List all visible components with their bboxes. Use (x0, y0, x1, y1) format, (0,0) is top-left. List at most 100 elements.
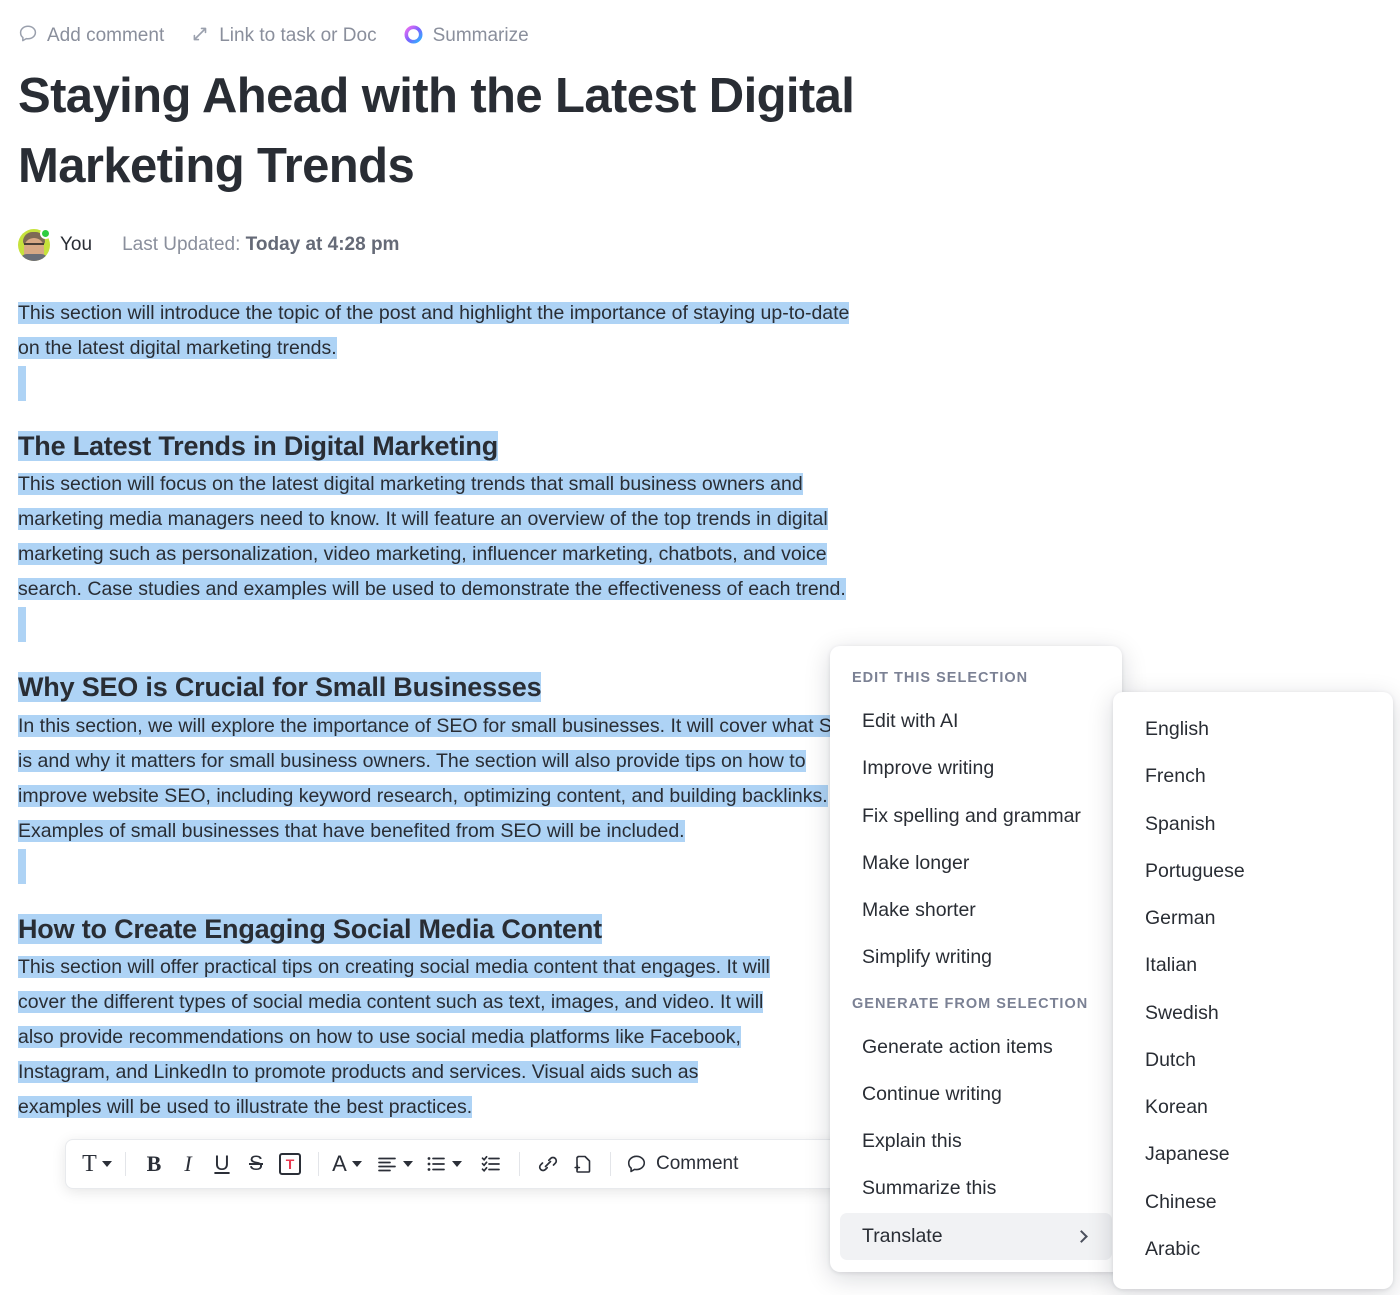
generate-selection-section-label: GENERATE FROM SELECTION (852, 995, 1089, 1012)
menu-item-continue-writing[interactable]: Continue writing (840, 1071, 1112, 1118)
language-item-chinese[interactable]: Chinese (1123, 1179, 1383, 1226)
section-heading-text: How to Create Engaging Social Media Cont… (18, 913, 602, 944)
language-item-italian[interactable]: Italian (1123, 942, 1383, 989)
last-updated: Last Updated: Today at 4:28 pm (122, 234, 399, 256)
language-label: Italian (1145, 954, 1198, 977)
menu-item-make-shorter[interactable]: Make shorter (840, 887, 1112, 934)
comment-bubble-icon (626, 1154, 647, 1175)
language-item-english[interactable]: English (1123, 706, 1383, 753)
strikethrough-button[interactable]: S (239, 1147, 273, 1181)
language-item-dutch[interactable]: Dutch (1123, 1037, 1383, 1084)
checklist-button[interactable] (474, 1147, 508, 1181)
menu-item-generate-action-items[interactable]: Generate action items (840, 1024, 1112, 1071)
translate-language-submenu: English French Spanish Portuguese German… (1113, 692, 1393, 1289)
add-comment-label: Add comment (47, 24, 165, 46)
formatting-toolbar: T B I U S T A Comment (65, 1139, 860, 1189)
block-section-trends[interactable]: The Latest Trends in Digital Marketing T… (18, 427, 1088, 643)
menu-item-improve-writing[interactable]: Improve writing (840, 745, 1112, 792)
block-intro-paragraph[interactable]: This section will introduce the topic of… (18, 296, 1088, 401)
italic-button[interactable]: I (171, 1147, 205, 1181)
language-label: French (1145, 765, 1206, 788)
page-plus-icon (570, 1152, 594, 1176)
chevron-down-icon (351, 1161, 362, 1167)
divider (125, 1152, 126, 1176)
section-heading-text: Why SEO is Crucial for Small Businesses (18, 672, 542, 703)
paragraph-line: is and why it matters for small business… (18, 749, 806, 772)
document-page: Add comment Link to task or Doc Summariz… (0, 0, 1400, 1295)
menu-item-make-longer[interactable]: Make longer (840, 840, 1112, 887)
divider (519, 1152, 520, 1176)
font-color-dropdown[interactable]: A (330, 1147, 364, 1181)
paragraph-line: marketing media managers need to know. I… (18, 508, 828, 531)
menu-item-label: Fix spelling and grammar (862, 804, 1081, 827)
bold-button[interactable]: B (137, 1147, 171, 1181)
language-label: Arabic (1145, 1237, 1201, 1260)
paragraph-line: on the latest digital marketing trends. (18, 337, 337, 359)
paragraph-line: This section will introduce the topic of… (18, 302, 850, 324)
menu-item-label: Generate action items (862, 1035, 1053, 1058)
avatar[interactable] (18, 228, 51, 261)
language-label: Spanish (1145, 812, 1216, 835)
add-comment-button[interactable]: Add comment (18, 24, 165, 46)
comment-button[interactable]: Comment (622, 1153, 742, 1175)
menu-item-fix-spelling-grammar[interactable]: Fix spelling and grammar (840, 793, 1112, 840)
italic-label: I (184, 1151, 192, 1176)
bullet-list-icon (425, 1153, 447, 1175)
underline-label: U (214, 1152, 230, 1175)
last-updated-value: Today at 4:28 pm (245, 234, 400, 255)
insert-link-button[interactable] (531, 1147, 565, 1181)
underline-button[interactable]: U (205, 1147, 239, 1181)
language-item-french[interactable]: French (1123, 753, 1383, 800)
chevron-down-icon (403, 1161, 413, 1167)
divider (318, 1152, 319, 1176)
language-item-spanish[interactable]: Spanish (1123, 801, 1383, 848)
doc-action-bar: Add comment Link to task or Doc Summariz… (18, 20, 529, 48)
highlight-icon: T (279, 1153, 301, 1175)
language-item-portuguese[interactable]: Portuguese (1123, 848, 1383, 895)
paragraph-line: examples will be used to illustrate the … (18, 1095, 473, 1118)
language-item-swedish[interactable]: Swedish (1123, 990, 1383, 1037)
divider (610, 1152, 611, 1176)
ai-ring-icon (403, 24, 424, 45)
ai-context-menu: EDIT THIS SELECTION Edit with AI Improve… (830, 646, 1122, 1272)
presence-online-indicator (40, 228, 51, 239)
chevron-down-icon (452, 1161, 462, 1167)
link-to-task-label: Link to task or Doc (219, 24, 377, 46)
menu-item-edit-with-ai[interactable]: Edit with AI (840, 698, 1112, 745)
paragraph-line: also provide recommendations on how to u… (18, 1025, 741, 1048)
selection-caret-line (18, 607, 26, 643)
chevron-down-icon (101, 1161, 112, 1167)
highlight-letter: T (285, 1156, 295, 1172)
menu-item-label: Improve writing (862, 757, 995, 780)
menu-item-simplify-writing[interactable]: Simplify writing (840, 934, 1112, 981)
bold-label: B (146, 1151, 162, 1176)
menu-item-summarize-this[interactable]: Summarize this (840, 1165, 1112, 1212)
checklist-icon (480, 1153, 502, 1175)
page-title[interactable]: Staying Ahead with the Latest Digital Ma… (18, 62, 1058, 201)
section-heading: The Latest Trends in Digital Marketing (18, 427, 1088, 465)
text-style-dropdown[interactable]: T (80, 1147, 114, 1181)
menu-item-label: Make shorter (862, 899, 976, 921)
highlight-color-button[interactable]: T (273, 1147, 307, 1181)
paragraph: This section will introduce the topic of… (18, 296, 1088, 366)
paragraph-line: This section will focus on the latest di… (18, 473, 803, 496)
comment-bubble-icon (18, 24, 38, 44)
author-label: You (60, 234, 93, 255)
insert-page-button[interactable] (565, 1147, 599, 1181)
language-label: German (1145, 907, 1216, 929)
bullet-list-dropdown[interactable] (425, 1147, 462, 1181)
language-item-japanese[interactable]: Japanese (1123, 1131, 1383, 1178)
summarize-button[interactable]: Summarize (403, 24, 529, 45)
language-item-arabic[interactable]: Arabic (1123, 1226, 1383, 1273)
language-item-korean[interactable]: Korean (1123, 1084, 1383, 1131)
menu-item-explain-this[interactable]: Explain this (840, 1118, 1112, 1165)
menu-item-label: Summarize this (862, 1177, 997, 1200)
language-label: Japanese (1145, 1143, 1230, 1166)
language-label: Dutch (1145, 1048, 1196, 1071)
align-dropdown[interactable] (376, 1147, 413, 1181)
language-item-german[interactable]: German (1123, 895, 1383, 942)
link-to-task-button[interactable]: Link to task or Doc (190, 24, 377, 46)
paragraph-line: Instagram, and LinkedIn to promote produ… (18, 1060, 699, 1083)
menu-item-translate[interactable]: Translate (840, 1212, 1112, 1260)
align-left-icon (376, 1153, 398, 1175)
